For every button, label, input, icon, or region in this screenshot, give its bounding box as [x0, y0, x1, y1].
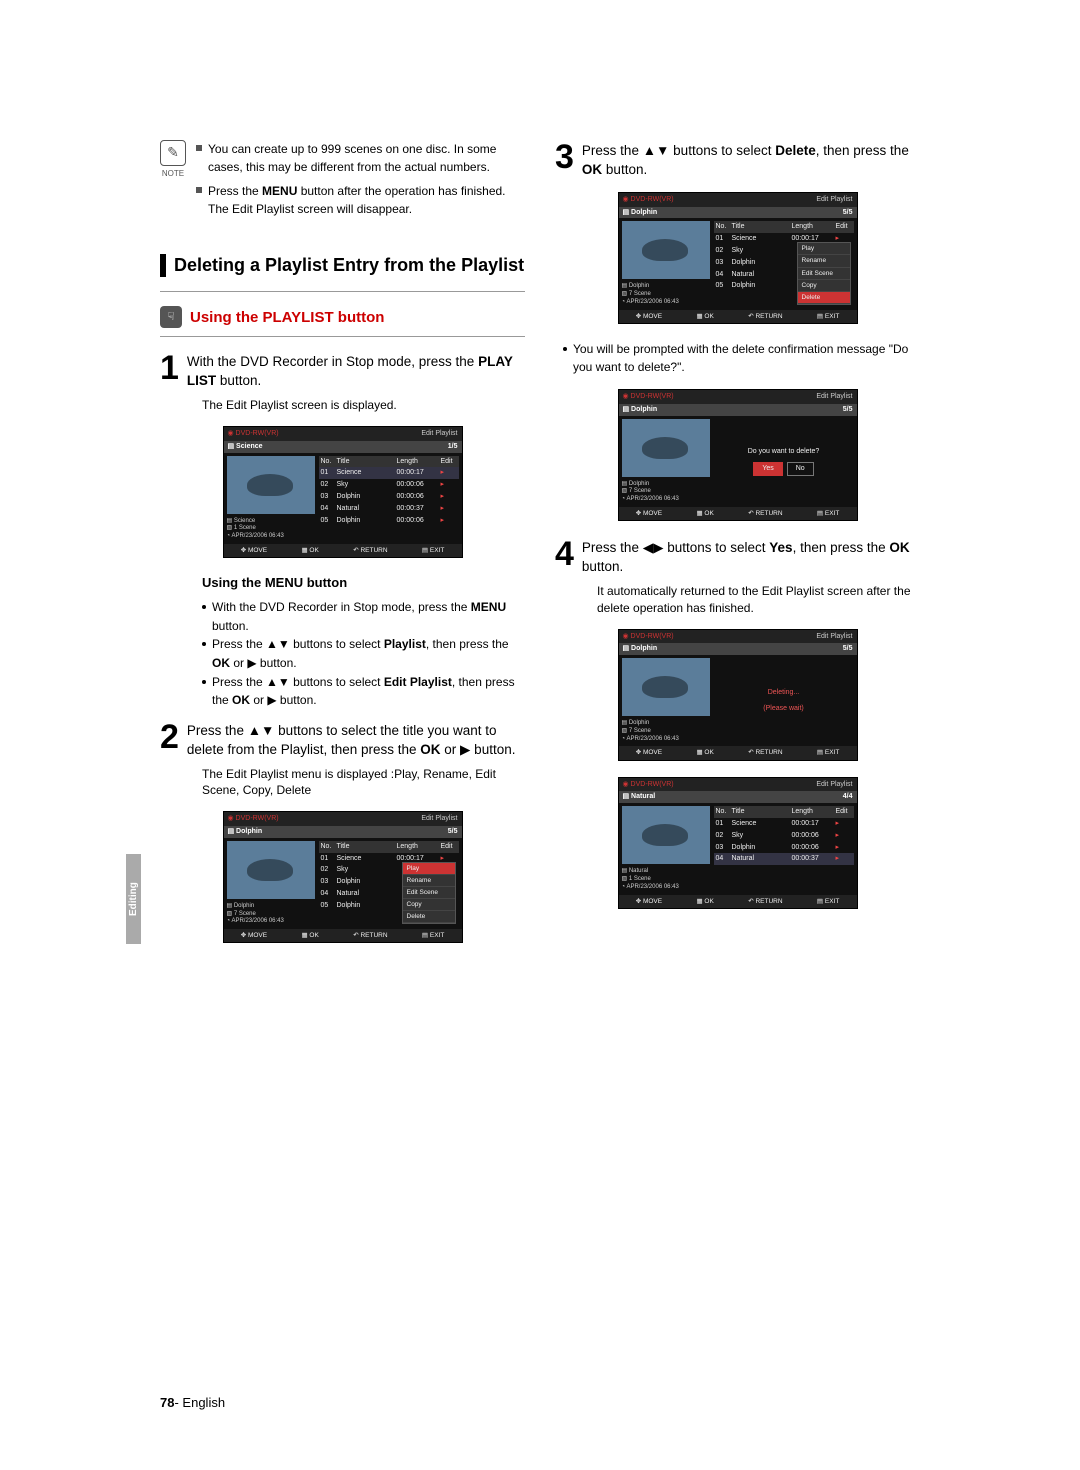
- page-number: 78: [160, 1395, 174, 1410]
- screenshot-confirm-delete: ◉ DVD-RW(VR)Edit Playlist▤ Dolphin5/5▤ D…: [618, 389, 858, 521]
- step-text: Press the ▲▼ buttons to select Delete, t…: [582, 140, 920, 180]
- step-number: 4: [555, 537, 574, 577]
- bullet-icon: [196, 187, 202, 193]
- menu-item: Press the ▲▼ buttons to select Edit Play…: [212, 673, 525, 710]
- step-2: 2 Press the ▲▼ buttons to select the tit…: [160, 720, 525, 760]
- note-label: NOTE: [160, 168, 186, 179]
- step-number: 1: [160, 351, 179, 391]
- menu-heading: Using the MENU button: [202, 574, 525, 592]
- section-title: Deleting a Playlist Entry from the Playl…: [174, 254, 525, 277]
- step-text: Press the ▲▼ buttons to select the title…: [187, 720, 525, 760]
- hand-icon: ☟: [160, 306, 182, 328]
- bullet-icon: [563, 347, 567, 351]
- screenshot-deleting: ◉ DVD-RW(VR)Edit Playlist▤ Dolphin5/5▤ D…: [618, 629, 858, 761]
- step-number: 3: [555, 140, 574, 180]
- menu-item: Press the ▲▼ buttons to select Playlist,…: [212, 635, 525, 672]
- note-text: Press the MENU button after the operatio…: [208, 182, 525, 218]
- divider: [160, 291, 525, 292]
- menu-item: With the DVD Recorder in Stop mode, pres…: [212, 598, 525, 635]
- playlist-button-title: Using the PLAYLIST button: [190, 307, 384, 328]
- screenshot-delete-highlight: ◉ DVD-RW(VR)Edit Playlist▤ Dolphin5/5▤ D…: [618, 192, 858, 324]
- section-heading: Deleting a Playlist Entry from the Playl…: [160, 254, 525, 277]
- step-text: Press the ◀▶ buttons to select Yes, then…: [582, 537, 920, 577]
- step-4: 4 Press the ◀▶ buttons to select Yes, th…: [555, 537, 920, 577]
- note-block: ✎ NOTE You can create up to 999 scenes o…: [160, 140, 525, 224]
- step-subtext: It automatically returned to the Edit Pl…: [597, 583, 920, 617]
- step-number: 2: [160, 720, 179, 760]
- step-3: 3 Press the ▲▼ buttons to select Delete,…: [555, 140, 920, 180]
- step-subtext: The Edit Playlist menu is displayed :Pla…: [202, 766, 525, 800]
- step-1: 1 With the DVD Recorder in Stop mode, pr…: [160, 351, 525, 391]
- screenshot-after-delete: ◉ DVD-RW(VR)Edit Playlist▤ Natural4/4▤ N…: [618, 777, 858, 909]
- bullet-icon: [202, 680, 206, 684]
- bullet-icon: [202, 642, 206, 646]
- step-text: With the DVD Recorder in Stop mode, pres…: [187, 351, 525, 391]
- side-tab-editing: Editing: [126, 854, 141, 944]
- screenshot-edit-playlist-1: ◉ DVD-RW(VR)Edit Playlist▤ Science1/5▤ S…: [223, 426, 463, 558]
- step-subtext: The Edit Playlist screen is displayed.: [202, 397, 525, 414]
- divider: [160, 336, 525, 337]
- note-icon: ✎: [160, 140, 186, 166]
- note-text: You can create up to 999 scenes on one d…: [208, 140, 525, 176]
- page-footer: 78- English: [160, 1395, 225, 1410]
- bullet-icon: [196, 145, 202, 151]
- footer-lang: English: [182, 1395, 225, 1410]
- screenshot-edit-playlist-2: ◉ DVD-RW(VR)Edit Playlist▤ Dolphin5/5▤ D…: [223, 811, 463, 943]
- right-note: You will be prompted with the delete con…: [573, 340, 920, 377]
- bullet-icon: [202, 605, 206, 609]
